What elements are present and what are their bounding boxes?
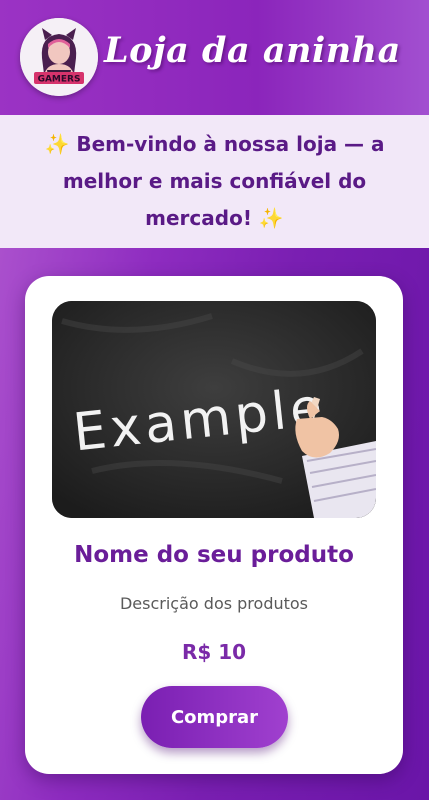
logo-text: GAMERS — [38, 75, 81, 85]
logo-icon[interactable]: GAMERS — [20, 18, 98, 96]
site-header: GAMERS Loja da aninha — [0, 0, 429, 115]
product-name: Nome do seu produto — [74, 542, 354, 568]
product-card: Example Nome do seu produto Descrição do… — [25, 276, 403, 774]
welcome-banner: ✨ Bem-vindo à nossa loja — a melhor e ma… — [0, 115, 429, 248]
product-image: Example — [52, 301, 376, 518]
welcome-message: ✨ Bem-vindo à nossa loja — a melhor e ma… — [44, 132, 385, 230]
site-title: Loja da aninha — [104, 30, 401, 71]
product-price: R$ 10 — [181, 640, 247, 664]
buy-button[interactable]: Comprar — [141, 686, 288, 748]
product-description: Descrição dos produtos — [119, 594, 309, 613]
